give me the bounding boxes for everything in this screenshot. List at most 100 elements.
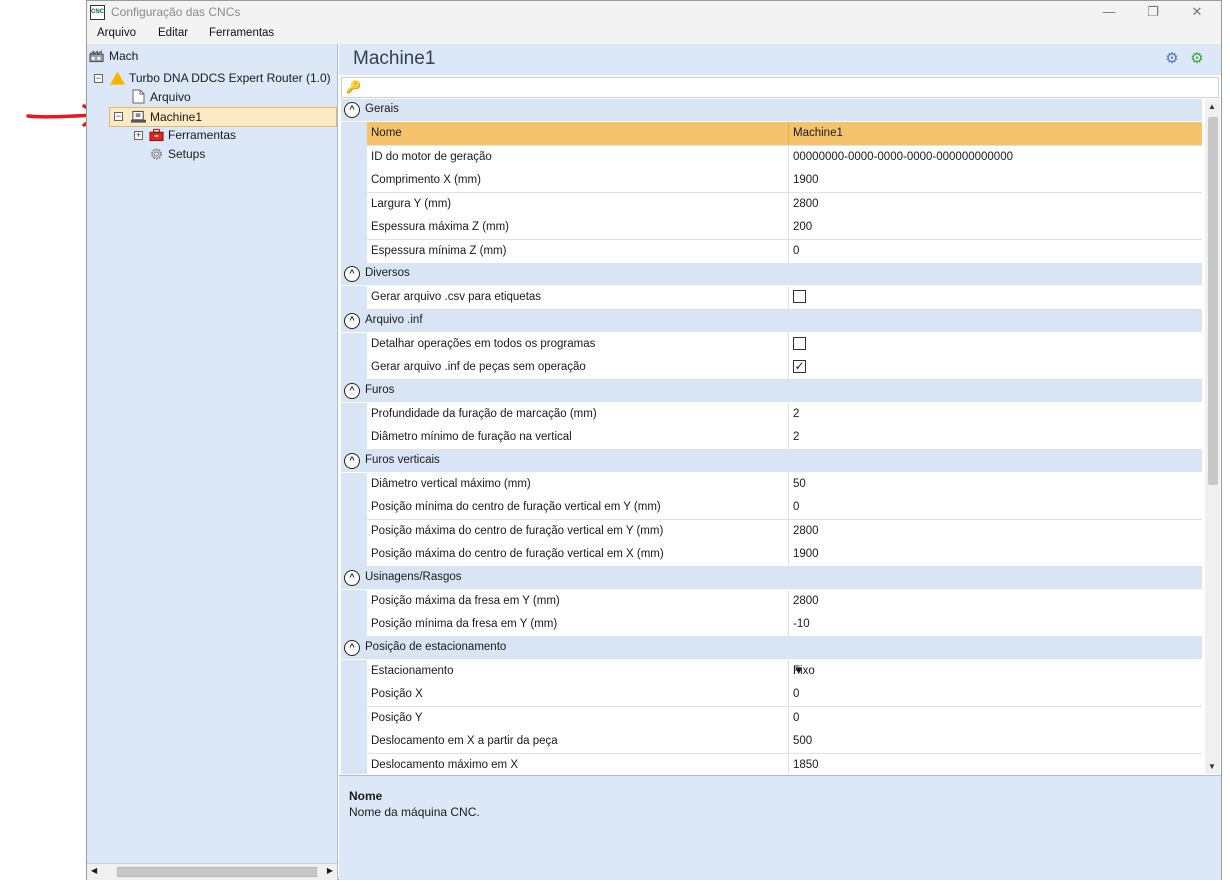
property-value-cell[interactable]: 200 — [788, 216, 1202, 239]
property-row[interactable]: Posição mínima da fresa em Y (mm) -10 — [367, 613, 1202, 637]
property-row[interactable]: Posição máxima da fresa em Y (mm) 2800 — [367, 589, 1202, 614]
property-value-cell[interactable]: 1900 — [788, 169, 1202, 192]
property-value-cell[interactable]: 500 — [788, 730, 1202, 753]
property-value[interactable]: 00000000-0000-0000-0000-000000000000 — [793, 151, 1013, 163]
collapse-category-icon[interactable]: ^ — [344, 312, 360, 329]
checkbox-unchecked[interactable] — [793, 290, 806, 303]
property-row[interactable]: Deslocamento em X a partir da peça 500 — [367, 730, 1202, 754]
collapse-category-icon[interactable]: ^ — [344, 639, 360, 656]
category-header[interactable]: ^ Diversos — [341, 263, 1202, 285]
tree-item-machine1[interactable]: − Machine1 — [109, 107, 337, 127]
property-row[interactable]: Estacionamento Fixo ▼ — [367, 659, 1202, 684]
tree-horizontal-scrollbar[interactable]: ◀ ▶ — [87, 863, 337, 880]
property-row[interactable]: Gerar arquivo .inf de peças sem operação… — [367, 356, 1202, 380]
minimize-button[interactable]: — — [1087, 1, 1131, 24]
property-row[interactable]: Deslocamento máximo em X 1850 — [367, 753, 1202, 774]
scroll-down-arrow-icon[interactable]: ▼ — [1208, 762, 1216, 771]
category-header[interactable]: ^ Arquivo .inf — [341, 309, 1202, 332]
tree-item-ferramentas[interactable]: + Ferramentas — [133, 126, 293, 145]
collapse-machine1-toggle[interactable]: − — [114, 112, 123, 121]
category-header[interactable]: ^ Furos verticais — [341, 449, 1202, 472]
property-row[interactable]: Posição Y 0 — [367, 706, 1202, 731]
property-row[interactable]: Posição X 0 — [367, 683, 1202, 707]
property-value-cell[interactable]: 00000000-0000-0000-0000-000000000000 — [788, 145, 1202, 169]
collapse-category-icon[interactable]: ^ — [344, 382, 360, 399]
property-value[interactable]: -10 — [793, 618, 810, 630]
collapse-category-icon[interactable]: ^ — [344, 102, 360, 118]
property-value-cell[interactable]: 2800 — [788, 192, 1202, 216]
category-header[interactable]: ^ Usinagens/Rasgos — [341, 566, 1202, 589]
property-row[interactable]: Posição máxima do centro de furação vert… — [367, 543, 1202, 567]
grid-vertical-scrollbar[interactable]: ▲ ▼ — [1205, 99, 1220, 774]
property-row[interactable]: Largura Y (mm) 2800 — [367, 192, 1202, 217]
expand-ferramentas-toggle[interactable]: + — [134, 131, 143, 140]
property-value-cell[interactable]: ✓ — [788, 356, 1202, 379]
property-row[interactable]: Detalhar operações em todos os programas — [367, 332, 1202, 357]
property-value[interactable]: 0 — [793, 501, 799, 513]
property-value-cell[interactable]: 50 — [788, 472, 1202, 496]
property-value[interactable]: 1900 — [793, 548, 819, 560]
property-row[interactable]: ID do motor de geração 00000000-0000-0000… — [367, 145, 1202, 170]
property-value[interactable]: 2800 — [793, 595, 819, 607]
property-row[interactable]: Nome Machine1 — [367, 122, 1202, 146]
menu-ferramentas[interactable]: Ferramentas — [209, 27, 274, 39]
collapse-category-icon[interactable]: ^ — [344, 266, 360, 282]
scroll-up-arrow-icon[interactable]: ▲ — [1208, 102, 1216, 111]
grid-scroll-thumb[interactable] — [1208, 117, 1218, 485]
tree-item-mach[interactable]: Mach — [89, 47, 329, 66]
property-row[interactable]: Espessura máxima Z (mm) 200 — [367, 216, 1202, 240]
title-bar[interactable]: CNC Configuração das CNCs — ❐ ✕ — [87, 1, 1221, 24]
property-value-cell[interactable]: 0 — [788, 239, 1202, 263]
property-value-cell[interactable]: 2800 — [788, 589, 1202, 613]
property-value-cell[interactable]: 0 — [788, 706, 1202, 730]
collapse-controller-toggle[interactable]: − — [94, 74, 103, 83]
property-value[interactable]: 200 — [793, 221, 812, 233]
checkbox-checked[interactable]: ✓ — [793, 360, 806, 373]
property-value[interactable]: 50 — [793, 478, 806, 490]
menu-arquivo[interactable]: Arquivo — [97, 27, 136, 39]
restore-button[interactable]: ❐ — [1131, 1, 1175, 24]
property-value-cell[interactable] — [788, 286, 1202, 309]
scroll-right-arrow-icon[interactable]: ▶ — [327, 866, 333, 875]
collapse-category-icon[interactable]: ^ — [344, 569, 360, 586]
settings-upload-icon[interactable]: ⚙ — [1164, 51, 1180, 67]
property-value-cell[interactable]: 0 — [788, 496, 1202, 519]
property-row[interactable]: Comprimento X (mm) 1900 — [367, 169, 1202, 193]
property-value-cell[interactable]: 1850 — [788, 753, 1202, 774]
category-header[interactable]: ^ Gerais — [341, 99, 1202, 121]
category-header[interactable]: ^ Posição de estacionamento — [341, 636, 1202, 659]
menu-editar[interactable]: Editar — [158, 27, 188, 39]
property-value[interactable]: 2 — [793, 408, 799, 420]
property-value-cell[interactable] — [788, 332, 1202, 356]
property-value-cell[interactable]: 2800 — [788, 519, 1202, 543]
property-value[interactable]: 2800 — [793, 198, 819, 210]
dropdown-arrow-icon[interactable]: ▼ — [793, 665, 1194, 677]
collapse-category-icon[interactable]: ^ — [344, 452, 360, 469]
property-value[interactable]: 0 — [793, 688, 799, 700]
property-row[interactable]: Profundidade da furação de marcação (mm)… — [367, 402, 1202, 427]
property-value[interactable]: Machine1 — [793, 127, 843, 139]
property-value[interactable]: 500 — [793, 735, 812, 747]
property-value[interactable]: 0 — [793, 712, 799, 724]
property-row[interactable]: Posição mínima do centro de furação vert… — [367, 496, 1202, 520]
property-search[interactable]: 🔑 — [341, 77, 1219, 98]
property-value-cell[interactable]: Fixo ▼ — [788, 659, 1202, 683]
property-row[interactable]: Gerar arquivo .csv para etiquetas — [367, 286, 1202, 310]
property-row[interactable]: Diâmetro vertical máximo (mm) 50 — [367, 472, 1202, 497]
property-value-cell[interactable]: 2 — [788, 402, 1202, 426]
property-value-cell[interactable]: 1900 — [788, 543, 1202, 566]
property-value[interactable]: 2800 — [793, 525, 819, 537]
checkbox-unchecked[interactable] — [793, 336, 806, 350]
property-value[interactable]: 1900 — [793, 174, 819, 186]
property-row[interactable]: Posição máxima do centro de furação vert… — [367, 519, 1202, 544]
property-value-cell[interactable]: 0 — [788, 683, 1202, 706]
category-header[interactable]: ^ Furos — [341, 379, 1202, 402]
scroll-left-arrow-icon[interactable]: ◀ — [91, 866, 97, 875]
tree-item-setups[interactable]: Setups — [149, 145, 269, 164]
tree-scroll-thumb[interactable] — [117, 867, 317, 877]
close-button[interactable]: ✕ — [1175, 1, 1219, 24]
property-value-cell[interactable]: -10 — [788, 613, 1202, 636]
property-value[interactable]: 0 — [793, 245, 799, 257]
tree-item-arquivo[interactable]: Arquivo — [130, 88, 250, 107]
property-value-cell[interactable]: Machine1 — [788, 122, 1202, 145]
